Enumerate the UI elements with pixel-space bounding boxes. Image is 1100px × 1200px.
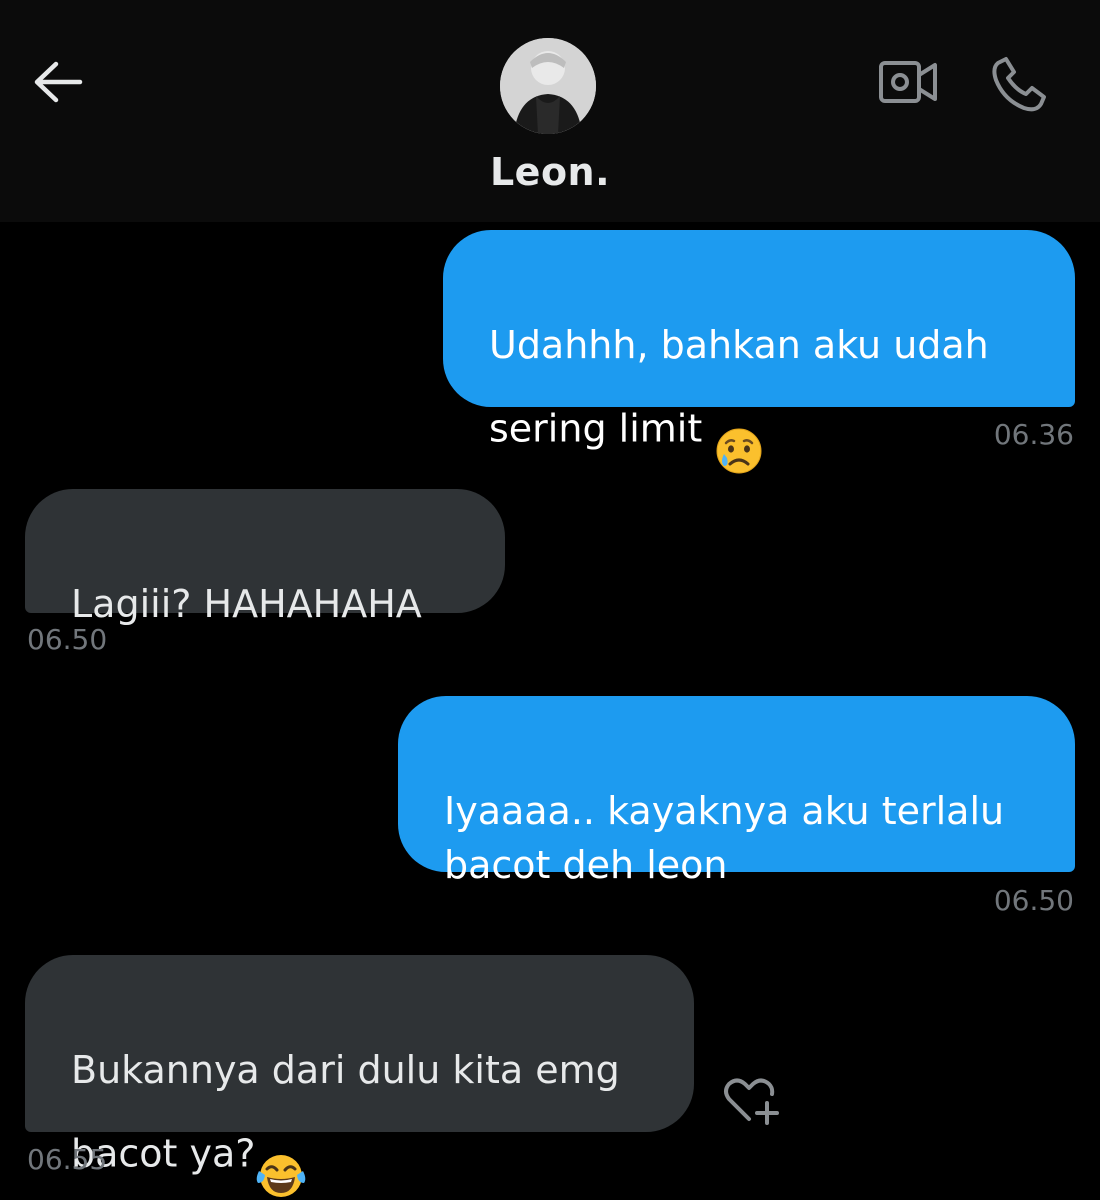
avatar[interactable]: [500, 38, 596, 134]
message-bubble-outgoing[interactable]: Udahhh, bahkan aku udah sering limit: [443, 230, 1075, 474]
conversation-header: Leon.: [0, 0, 1100, 222]
dm-conversation-screen: Leon. Udahhh, bahkan aku udah sering lim…: [0, 0, 1100, 1200]
message-timestamp: 06.36: [993, 418, 1074, 451]
phone-icon: [992, 57, 1046, 112]
message-text: Lagiii? HAHAHAHA: [71, 582, 422, 626]
message-bubble-incoming[interactable]: Lagiii? HAHAHAHA: [25, 489, 505, 626]
avatar-photo: [500, 38, 596, 134]
face-with-tears-of-joy-emoji: [255, 1097, 307, 1200]
sad-but-relieved-face-emoji: [714, 372, 764, 490]
message-text: Iyaaaa.. kayaknya aku terlalu bacot deh …: [444, 789, 1005, 887]
message-timestamp: 06.50: [993, 884, 1074, 917]
message-bubble-outgoing[interactable]: Iyaaaa.. kayaknya aku terlalu bacot deh …: [398, 696, 1075, 887]
contact-name[interactable]: Leon.: [0, 150, 1100, 194]
voice-call-button[interactable]: [986, 50, 1052, 116]
arrow-left-icon: [34, 61, 83, 103]
message-bubble-incoming[interactable]: Bukannya dari dulu kita emg bacot ya?: [25, 955, 694, 1197]
message-timestamp: 06.55: [27, 1143, 108, 1176]
video-call-button[interactable]: [876, 54, 940, 110]
message-timestamp: 06.50: [27, 623, 108, 656]
back-button[interactable]: [28, 52, 88, 112]
heart-plus-icon: [724, 1078, 779, 1125]
video-camera-icon: [879, 61, 937, 103]
add-reaction-button[interactable]: [720, 1072, 782, 1128]
